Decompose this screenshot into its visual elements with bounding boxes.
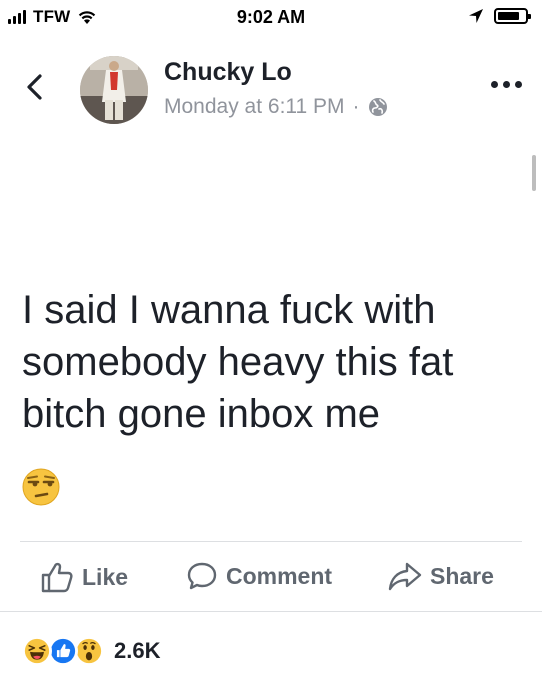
more-options-button[interactable] — [491, 81, 522, 88]
status-time: 9:02 AM — [236, 7, 306, 27]
comment-label: Comment — [226, 562, 333, 589]
unamused-face-icon — [22, 468, 60, 506]
post-meta: Monday at 6:11 PM · — [164, 95, 388, 119]
actions-divider-bottom — [0, 611, 542, 612]
battery-icon — [494, 8, 531, 24]
status-right — [468, 8, 531, 24]
globe-icon — [368, 98, 387, 116]
post-actions: Like Comment Share — [0, 552, 542, 602]
post-header: Chucky Lo Monday at 6:11 PM · — [0, 44, 542, 134]
haha-reaction-icon — [22, 636, 52, 666]
wow-reaction-icon — [74, 636, 104, 666]
reaction-count: 2.6K — [114, 638, 161, 663]
like-reaction-icon — [48, 636, 78, 666]
status-bar: TFW 9:02 AM — [0, 0, 542, 36]
post-text: I said I wanna fuck with somebody heavy … — [22, 288, 454, 436]
avatar-photo — [80, 56, 148, 124]
post-timestamp[interactable]: Monday at 6:11 PM — [164, 95, 345, 119]
reactions-summary[interactable]: 2.6K — [22, 636, 160, 666]
comment-button[interactable]: Comment — [186, 560, 332, 592]
like-button[interactable]: Like — [40, 560, 128, 594]
location-arrow-icon — [469, 9, 483, 23]
share-button[interactable]: Share — [388, 560, 494, 592]
meta-separator: · — [352, 95, 360, 118]
share-arrow-icon — [388, 562, 422, 591]
scroll-indicator[interactable] — [532, 155, 536, 191]
thumbs-up-icon — [41, 562, 73, 593]
share-label: Share — [430, 562, 494, 589]
author-name[interactable]: Chucky Lo — [164, 58, 292, 87]
back-chevron-icon[interactable] — [24, 72, 44, 102]
actions-divider-top — [20, 541, 522, 542]
like-label: Like — [82, 563, 129, 590]
reaction-icons — [22, 636, 104, 666]
comment-bubble-icon — [187, 562, 217, 590]
avatar[interactable] — [80, 56, 148, 124]
